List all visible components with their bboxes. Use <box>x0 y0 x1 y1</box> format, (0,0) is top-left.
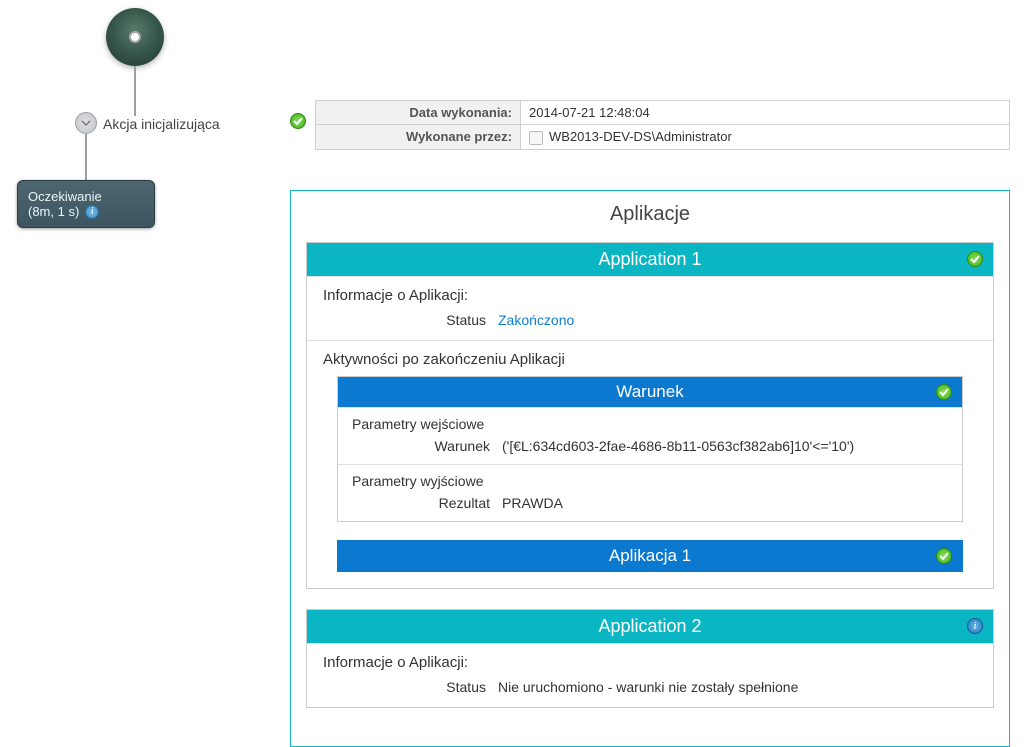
condition-output-title: Parametry wyjściowe <box>352 473 948 489</box>
condition-output-value: PRAWDA <box>502 495 563 511</box>
applications-panel: Aplikacje Application 1 Informacje o Apl… <box>290 190 1010 747</box>
meta-date-value: 2014-07-21 12:48:04 <box>521 101 1010 125</box>
condition-block: Warunek Parametry wejściowe Warunek ('[€… <box>337 376 963 522</box>
meta-by-text: WB2013-DEV-DS\Administrator <box>549 129 732 144</box>
app1-child-title: Aplikacja 1 <box>609 546 691 565</box>
app2-status-label: Status <box>323 679 498 695</box>
condition-input-label: Warunek <box>352 438 502 454</box>
condition-input-value: ('[€L:634cd603-2fae-4686-8b11-0563cf382a… <box>502 438 854 454</box>
app1-child-header[interactable]: Aplikacja 1 <box>337 540 963 572</box>
chevron-down-icon <box>81 118 91 128</box>
condition-output-section: Parametry wyjściowe Rezultat PRAWDA <box>338 464 962 521</box>
applications-title: Aplikacje <box>306 203 994 226</box>
app2-info-section: Informacje o Aplikacji: Status Nie uruch… <box>307 643 993 707</box>
check-icon <box>936 548 952 564</box>
application-1-header[interactable]: Application 1 <box>307 243 993 276</box>
workflow-panel <box>20 0 250 116</box>
app1-info-title: Informacje o Aplikacji: <box>323 287 977 304</box>
app1-status-value[interactable]: Zakończono <box>498 312 574 328</box>
start-node[interactable] <box>106 8 164 66</box>
app2-status-value: Nie uruchomiono - warunki nie zostały sp… <box>498 679 798 695</box>
info-icon[interactable]: i <box>85 205 99 219</box>
execution-meta-table: Data wykonania: 2014-07-21 12:48:04 Wyko… <box>315 100 1010 150</box>
check-icon <box>936 384 952 400</box>
application-2-header[interactable]: Application 2 i <box>307 610 993 643</box>
app1-child-banner: Aplikacja 1 <box>337 540 963 572</box>
details-panel: Data wykonania: 2014-07-21 12:48:04 Wyko… <box>290 100 1010 747</box>
app1-activities-title: Aktywności po zakończeniu Aplikacji <box>323 351 977 368</box>
meta-by-value: WB2013-DEV-DS\Administrator <box>521 125 1010 150</box>
application-block-1: Application 1 Informacje o Aplikacji: St… <box>306 242 994 589</box>
meta-date-label: Data wykonania: <box>316 101 521 125</box>
state-title: Oczekiwanie <box>28 189 144 204</box>
application-2-title: Application 2 <box>598 616 701 636</box>
app1-status-label: Status <box>323 312 498 328</box>
condition-input-section: Parametry wejściowe Warunek ('[€L:634cd6… <box>338 407 962 464</box>
condition-input-title: Parametry wejściowe <box>352 416 948 432</box>
person-icon <box>529 131 543 145</box>
transition-node[interactable] <box>75 112 97 134</box>
info-icon: i <box>967 618 983 634</box>
application-1-title: Application 1 <box>598 249 701 269</box>
connector-line <box>85 134 87 182</box>
app1-activities-section: Aktywności po zakończeniu Aplikacji Waru… <box>307 340 993 588</box>
condition-title: Warunek <box>616 382 683 401</box>
application-block-2: Application 2 i Informacje o Aplikacji: … <box>306 609 994 708</box>
state-duration: (8m, 1 s) <box>28 204 79 219</box>
transition-label: Akcja inicjalizująca <box>103 116 220 132</box>
check-icon <box>967 251 983 267</box>
condition-output-label: Rezultat <box>352 495 502 511</box>
meta-by-label: Wykonane przez: <box>316 125 521 150</box>
app1-info-section: Informacje o Aplikacji: Status Zakończon… <box>307 276 993 340</box>
condition-header[interactable]: Warunek <box>338 377 962 407</box>
connector-line <box>134 66 136 116</box>
app2-info-title: Informacje o Aplikacji: <box>323 654 977 671</box>
state-node-waiting[interactable]: Oczekiwanie (8m, 1 s) i <box>17 180 155 228</box>
